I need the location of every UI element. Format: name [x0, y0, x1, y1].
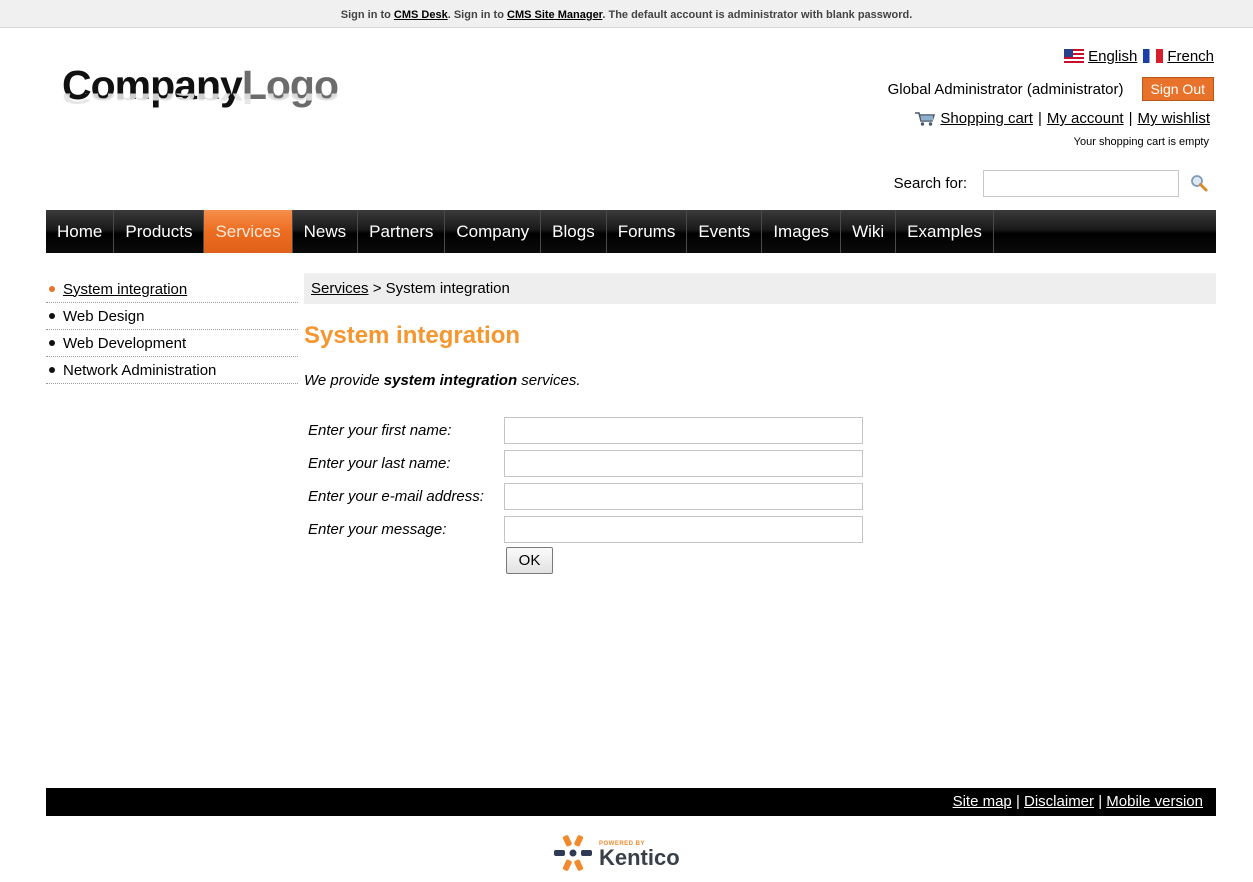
submenu-label: Web Development	[63, 334, 187, 352]
disclaimer-link[interactable]: Disclaimer	[1024, 793, 1094, 810]
nav-events[interactable]: Events	[687, 210, 763, 253]
french-link[interactable]: French	[1167, 48, 1214, 65]
nav-examples[interactable]: Examples	[896, 210, 994, 253]
nav-blogs[interactable]: Blogs	[541, 210, 607, 253]
kentico-logo-icon	[553, 831, 593, 878]
intro-pre: We provide	[304, 372, 384, 389]
notice-text-1: Sign in to	[340, 9, 394, 21]
cms-site-manager-link[interactable]: CMS Site Manager	[507, 9, 602, 21]
footer-bar: Site map | Disclaimer | Mobile version	[46, 788, 1216, 816]
bullet-icon	[49, 286, 55, 292]
bullet-icon	[49, 340, 55, 346]
intro-bold: system integration	[383, 372, 518, 389]
nav-images[interactable]: Images	[762, 210, 842, 253]
submenu-link[interactable]: System integration	[63, 281, 187, 298]
submenu-item-network-administration[interactable]: Network Administration	[46, 357, 298, 384]
email-label: Enter your e-mail address:	[308, 488, 484, 505]
form-row-email: Enter your e-mail address:	[308, 480, 863, 513]
nav-company[interactable]: Company	[445, 210, 542, 253]
submenu-item-web-design[interactable]: Web Design	[46, 303, 298, 330]
ok-button[interactable]: OK	[506, 547, 553, 574]
footer-separator: |	[1098, 793, 1103, 810]
page-title: System integration	[304, 322, 521, 349]
sign-out-button[interactable]: Sign Out	[1141, 77, 1214, 101]
last-name-label: Enter your last name:	[308, 455, 451, 472]
search-input[interactable]	[983, 170, 1179, 197]
nav-services[interactable]: Services	[204, 210, 293, 253]
message-label: Enter your message:	[308, 521, 447, 538]
form-row-first-name: Enter your first name:	[308, 414, 863, 447]
english-link[interactable]: English	[1088, 48, 1137, 65]
powered-by-kentico[interactable]: POWERED BY Kentico	[553, 831, 680, 878]
bullet-icon	[49, 313, 55, 319]
first-name-field[interactable]	[504, 417, 863, 444]
shopping-cart-icon[interactable]	[914, 111, 936, 127]
submenu-label: Web Design	[63, 307, 145, 325]
contact-form: Enter your first name: Enter your last n…	[308, 414, 863, 546]
breadcrumb-services-link[interactable]: Services	[311, 280, 369, 297]
nav-forums[interactable]: Forums	[607, 210, 688, 253]
separator: |	[1037, 110, 1042, 127]
logo-reflection: CompanyLogo	[62, 94, 338, 111]
nav-home[interactable]: Home	[46, 210, 115, 253]
form-row-message: Enter your message:	[308, 513, 863, 546]
language-selector: English French	[1064, 48, 1214, 65]
my-wishlist-link[interactable]: My wishlist	[1137, 110, 1210, 127]
submenu-label: Network Administration	[63, 361, 217, 379]
us-flag-icon[interactable]	[1064, 49, 1085, 63]
intro-text: We provide system integration services.	[304, 372, 581, 389]
cms-desk-link[interactable]: CMS Desk	[394, 9, 448, 21]
mobile-version-link[interactable]: Mobile version	[1106, 793, 1203, 810]
france-flag-icon[interactable]	[1143, 49, 1164, 63]
nav-news[interactable]: News	[293, 210, 359, 253]
footer-separator: |	[1015, 793, 1020, 810]
nav-products[interactable]: Products	[114, 210, 205, 253]
first-name-label: Enter your first name:	[308, 422, 452, 439]
intro-post: services.	[517, 372, 581, 389]
breadcrumb: Services > System integration	[304, 273, 1216, 304]
message-field[interactable]	[504, 516, 863, 543]
logo-reflection-company: Company	[62, 93, 242, 109]
separator: |	[1128, 110, 1133, 127]
site-map-link[interactable]: Site map	[953, 793, 1012, 810]
bullet-icon	[49, 367, 55, 373]
last-name-field[interactable]	[504, 450, 863, 477]
search-box: Search for:	[894, 170, 1211, 197]
nav-partners[interactable]: Partners	[358, 210, 446, 253]
signin-notice-bar: Sign in to CMS Desk. Sign in to CMS Site…	[0, 0, 1253, 28]
search-label: Search for:	[893, 175, 967, 192]
current-user: Global Administrator (administrator)	[887, 80, 1124, 98]
account-links: Shopping cart | My account | My wishlist	[914, 110, 1210, 127]
email-field[interactable]	[504, 483, 863, 510]
my-account-link[interactable]: My account	[1047, 110, 1124, 127]
notice-text-3: . The default account is administrator w…	[602, 9, 913, 21]
cart-status: Your shopping cart is empty	[1073, 136, 1209, 148]
search-icon[interactable]	[1189, 173, 1211, 195]
breadcrumb-separator: >	[372, 280, 382, 297]
user-info: Global Administrator (administrator) Sig…	[888, 77, 1214, 101]
main-navigation: Home Products Services News Partners Com…	[46, 210, 1216, 253]
services-submenu: System integration Web Design Web Develo…	[46, 276, 298, 384]
form-row-last-name: Enter your last name:	[308, 447, 863, 480]
shopping-cart-link[interactable]: Shopping cart	[940, 110, 1033, 127]
submenu-item-system-integration[interactable]: System integration	[46, 276, 298, 303]
breadcrumb-current: System integration	[385, 280, 510, 297]
notice-text-2: . Sign in to	[447, 9, 507, 21]
submenu-item-web-development[interactable]: Web Development	[46, 330, 298, 357]
logo-reflection-logo: Logo	[241, 93, 338, 109]
nav-wiki[interactable]: Wiki	[841, 210, 897, 253]
kentico-brand: Kentico	[599, 844, 680, 870]
